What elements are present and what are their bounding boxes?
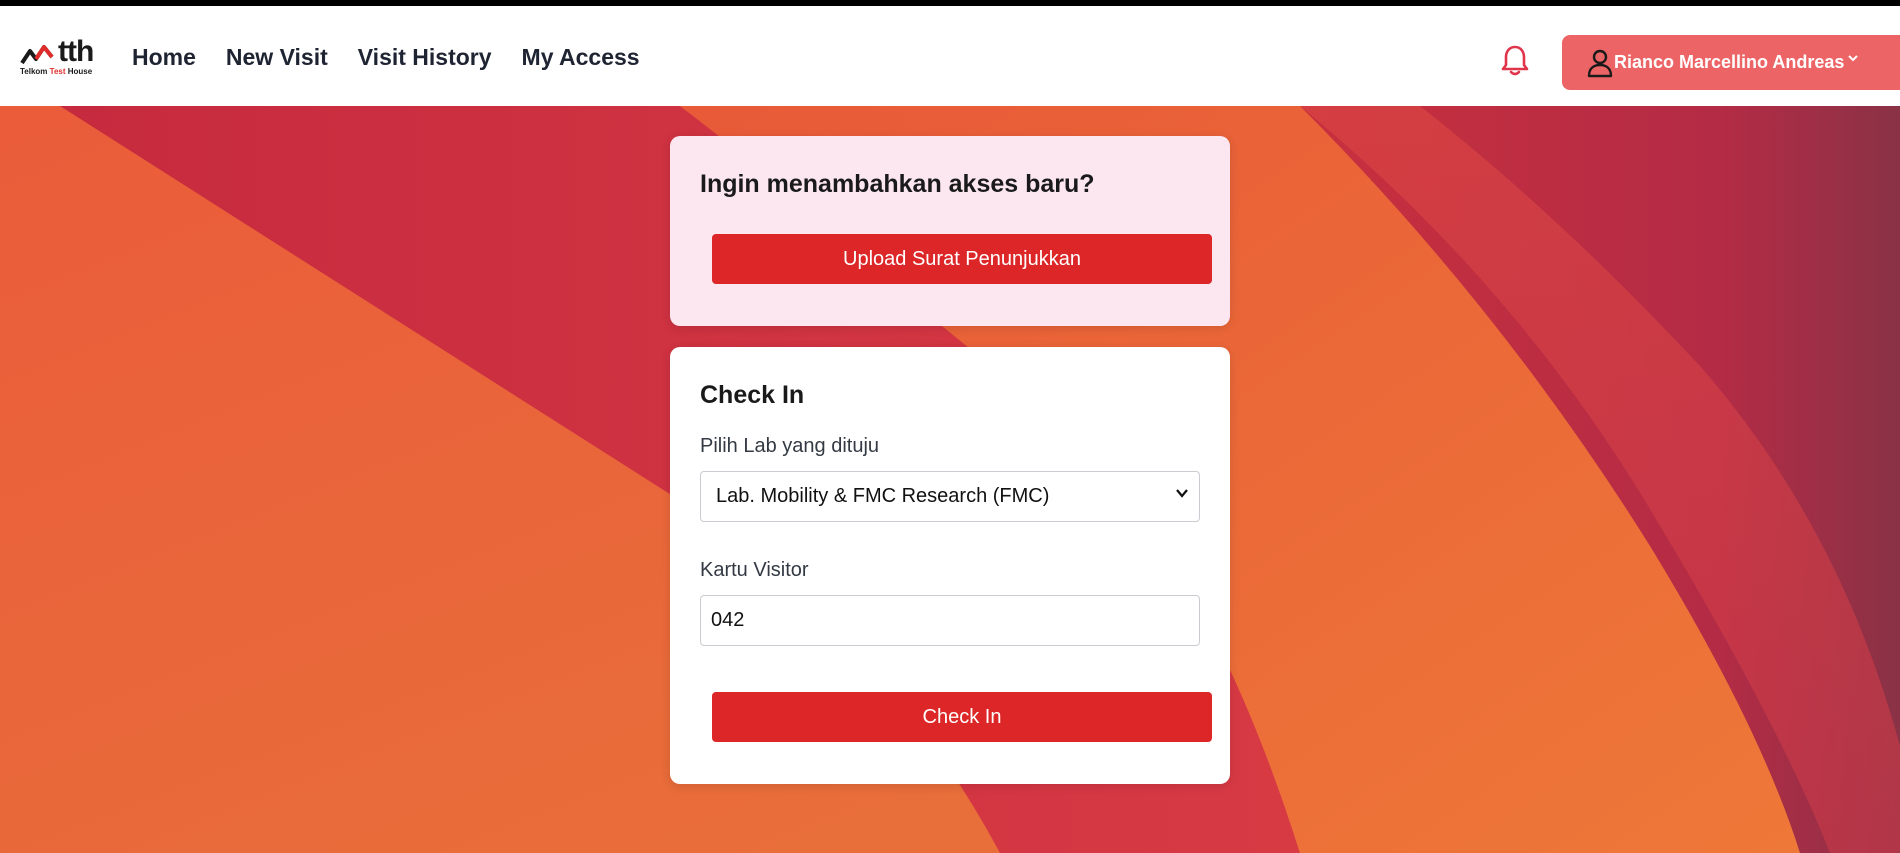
user-icon [1587,49,1613,78]
bell-icon[interactable] [1500,44,1530,78]
lab-select[interactable]: Lab. Mobility & FMC Research (FMC) [700,471,1200,522]
lab-select-label: Pilih Lab yang dituju [700,435,880,457]
nav-my-access[interactable]: My Access [522,44,640,71]
add-access-title: Ingin menambahkan akses baru? [700,170,1095,198]
logo-mark-icon [20,45,54,65]
logo-subtitle: Telkom Test House [20,67,93,76]
nav-new-visit[interactable]: New Visit [226,44,328,71]
nav-visit-history[interactable]: Visit History [358,44,492,71]
check-in-button[interactable]: Check In [712,692,1212,742]
visitor-card-value: 042 [711,609,745,631]
user-name: Rianco Marcellino Andreas [1614,52,1845,72]
upload-surat-button[interactable]: Upload Surat Penunjukkan [712,234,1212,284]
navbar: tth Telkom Test House Home New Visit Vis… [0,6,1900,106]
logo-text: tth [58,35,94,68]
nav-home[interactable]: Home [132,44,196,71]
user-menu-button[interactable]: Rianco Marcellino Andreas [1562,35,1900,90]
brand-logo[interactable]: tth Telkom Test House [20,35,102,83]
visitor-card-input[interactable]: 042 [700,595,1200,646]
add-access-card: Ingin menambahkan akses baru? Upload Sur… [670,136,1230,326]
main-nav: Home New Visit Visit History My Access [132,44,670,71]
check-in-title: Check In [700,381,805,409]
chevron-down-icon [1848,55,1858,62]
check-in-card: Check In Pilih Lab yang dituju Lab. Mobi… [670,347,1230,784]
visitor-card-label: Kartu Visitor [700,559,809,581]
lab-select-value: Lab. Mobility & FMC Research (FMC) [716,485,1050,507]
chevron-down-icon [1176,489,1188,498]
